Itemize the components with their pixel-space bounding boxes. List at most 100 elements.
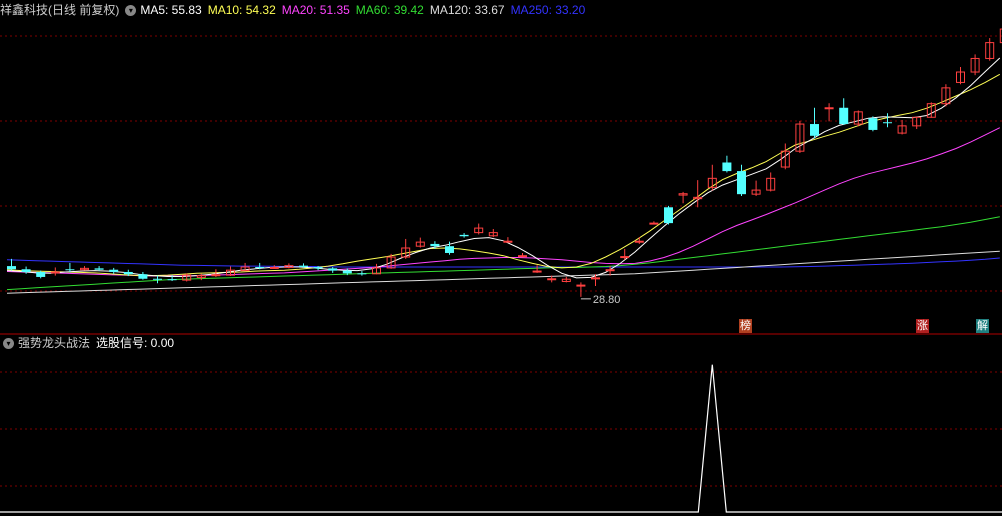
candlestick [634,237,644,244]
candlestick [357,271,367,276]
candle-body [255,267,265,268]
candle-body [328,268,338,271]
candle-body [459,234,469,237]
candle-body [503,240,513,243]
candlestick [284,263,294,269]
candlestick [7,258,16,271]
candle-body [7,266,16,270]
candle-body [50,271,60,274]
candlestick [415,237,425,248]
candle-body [65,269,75,271]
expand-toggle-icon[interactable]: ▾ [125,4,137,16]
unlock-tag[interactable]: 解 [976,319,989,333]
candle-body [824,107,834,110]
indicator-grid [0,371,1002,487]
candlestick [722,155,732,173]
low-price-label: 28.80 [593,294,621,306]
candlestick [459,233,469,238]
candle-body [357,273,367,275]
candle-body [313,267,323,269]
candle-body [445,246,454,253]
candle-body [839,107,849,125]
ma250-label: MA250: 33.20 [510,3,586,17]
candlestick [780,143,790,170]
signal-value: 选股信号: 0.00 [96,336,175,350]
indicator-line [0,364,1002,513]
ma250-line [6,257,1000,268]
ma60-line [6,216,1000,291]
candle-body [21,269,31,272]
candlestick [956,67,965,85]
candle-body [591,277,600,280]
candle-body [36,271,46,277]
candlestick [897,119,907,135]
candle-body [547,278,557,281]
indicator-panel-header: ▾ 强势龙头战法 选股信号: 0.00 [0,334,180,352]
candlestick [707,164,717,191]
limit-up-tag[interactable]: 涨 [916,319,929,333]
candlestick [985,38,995,61]
candle-body [123,271,133,275]
candlestick [926,102,936,118]
candlestick [532,265,542,273]
candlestick [678,191,688,204]
candle-body [109,269,119,272]
expand-toggle-icon[interactable]: ▾ [3,337,14,349]
candlestick [80,266,89,271]
ma-lines [6,57,1001,294]
candlestick [153,275,162,284]
candlestick [795,120,805,153]
candle-body [269,266,279,269]
candlestick [751,180,761,196]
candle-body [605,269,615,272]
candle-body [883,122,892,124]
ma10-label: MA10: 54.32 [207,3,276,17]
candlestick [853,110,863,127]
candle-body [532,270,542,273]
candle-body [518,255,527,258]
candle-body [211,274,221,277]
stock-title: 祥鑫科技(日线 前复权) [0,3,120,17]
ranking-tag[interactable]: 榜 [739,319,752,333]
ma20-line [6,127,1001,277]
ma20-label: MA20: 51.35 [281,3,350,17]
candle-body [737,171,746,195]
candlestick [518,252,527,258]
candlestick [664,205,673,225]
candlesticks[interactable] [7,28,1002,297]
candlestick [810,107,819,139]
candlestick [503,237,513,243]
candle-body [810,124,819,136]
candlestick [50,267,60,276]
candle-body [634,240,644,243]
candlestick [474,223,484,235]
candle-body [167,279,177,281]
candle-body [299,265,308,267]
candlestick [138,271,148,280]
candlestick [488,229,498,238]
candlestick [970,54,980,76]
candlestick [824,103,834,122]
candlestick [65,262,75,272]
candle-body [868,118,878,130]
grid-lines [0,35,1002,292]
candlestick [591,274,600,286]
candle-body [664,207,673,224]
signal-line [0,364,1002,513]
candlestick [269,265,279,269]
candle-body [576,284,586,287]
candlestick [766,172,776,192]
candlestick [868,116,878,132]
candle-body [153,278,162,280]
candlestick [109,267,119,274]
candle-body [342,270,352,274]
candle-body [138,274,148,279]
candlestick [839,98,849,125]
kline-chart[interactable]: 28.80 [0,0,1002,516]
candle-body [430,243,440,247]
candlestick [693,180,703,208]
ma10-line [6,73,1001,277]
candle-body [722,162,732,172]
candlestick [912,116,922,130]
candle-body [649,222,659,225]
